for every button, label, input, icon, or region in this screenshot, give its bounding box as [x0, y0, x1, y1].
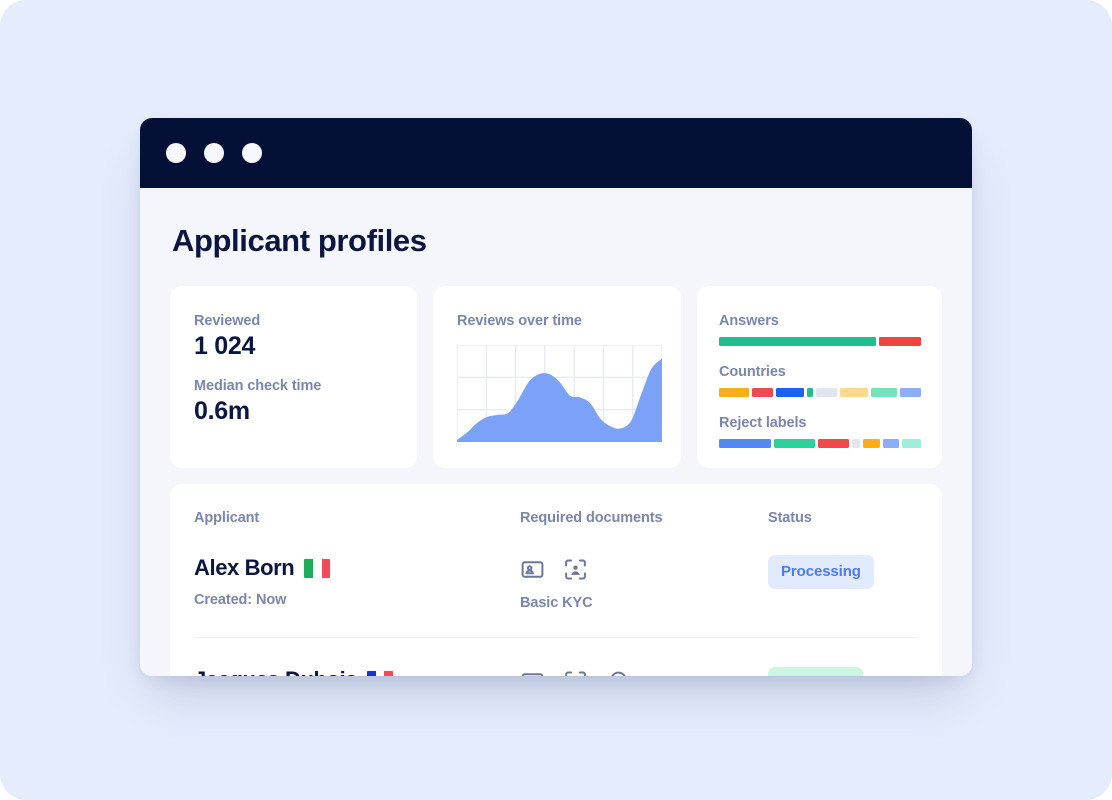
summary-cards-row: Reviewed 1 024 Median check time 0.6m Re… — [170, 286, 942, 468]
bar-segment-approved — [719, 337, 877, 346]
breakdown-countries-title: Countries — [719, 364, 786, 380]
page-canvas: Applicant profiles Reviewed 1 024 Median… — [0, 0, 1112, 800]
applicants-table: Applicant Required documents Status Alex… — [170, 484, 942, 676]
document-icon-group — [520, 555, 768, 582]
browser-window: Applicant profiles Reviewed 1 024 Median… — [140, 118, 972, 676]
stat-median-check-time-value: 0.6m — [194, 397, 250, 425]
stats-card: Reviewed 1 024 Median check time 0.6m — [170, 286, 417, 468]
applicant-name-wrap: Jacques Dubois — [194, 667, 520, 676]
breakdown-group-answers: Answers — [719, 313, 921, 346]
table-header-row: Applicant Required documents Status — [194, 484, 918, 526]
applicant-created: Created: Now — [194, 592, 287, 608]
required-documents-cell — [520, 667, 768, 676]
flag-italy — [304, 558, 331, 578]
table-row[interactable]: Alex Born Created: Now Basic KYC Process… — [194, 526, 918, 638]
status-cell: Approved — [768, 667, 918, 676]
document-icon-group — [520, 667, 768, 676]
bar-segment-label-3 — [817, 439, 849, 448]
bar-segment-country-3 — [775, 388, 804, 397]
area-chart-svg — [457, 345, 662, 442]
applicant-cell: Alex Born Created: Now — [194, 555, 520, 608]
bar-segment-label-1 — [719, 439, 772, 448]
chart-area-path — [457, 358, 662, 442]
id-card-icon[interactable] — [520, 557, 545, 582]
breakdown-countries-bar — [719, 388, 921, 397]
close-dot[interactable] — [166, 143, 186, 163]
browser-titlebar — [140, 118, 972, 188]
breakdown-card: Answers Countries Reject labels — [697, 286, 942, 468]
column-header-applicant: Applicant — [194, 510, 260, 526]
minimize-dot[interactable] — [204, 143, 224, 163]
status-badge: Approved — [768, 667, 864, 676]
face-scan-icon[interactable] — [563, 557, 588, 582]
stat-median-check-time: Median check time 0.6m — [194, 378, 393, 426]
document-set-label: Basic KYC — [520, 595, 593, 611]
column-header-required-documents: Required documents — [520, 510, 663, 526]
breakdown-answers-bar — [719, 337, 921, 346]
reviews-over-time-chart — [457, 345, 662, 442]
flag-france — [367, 670, 394, 676]
column-header-status: Status — [768, 510, 812, 526]
table-row[interactable]: Jacques Dubois — [194, 638, 918, 676]
breakdown-group-reject-labels: Reject labels — [719, 415, 922, 448]
bar-segment-country-5 — [816, 388, 837, 397]
face-scan-icon[interactable] — [563, 669, 588, 676]
page-title: Applicant profiles — [172, 223, 427, 258]
breakdown-answers-title: Answers — [719, 313, 779, 329]
bar-segment-label-6 — [883, 439, 899, 448]
maximize-dot[interactable] — [242, 143, 262, 163]
required-documents-cell: Basic KYC — [520, 555, 768, 611]
bar-segment-label-2 — [774, 439, 815, 448]
id-card-icon[interactable] — [520, 669, 545, 676]
applicant-name-wrap: Alex Born — [194, 555, 520, 581]
app-body: Applicant profiles Reviewed 1 024 Median… — [140, 188, 972, 676]
bar-segment-country-8 — [900, 388, 921, 397]
bar-segment-country-4 — [806, 388, 814, 397]
bar-segment-label-4 — [851, 439, 860, 448]
status-badge: Processing — [768, 555, 874, 589]
chart-title: Reviews over time — [457, 313, 582, 329]
breakdown-reject-labels-title: Reject labels — [719, 415, 807, 431]
bar-segment-country-6 — [839, 388, 868, 397]
bar-segment-label-7 — [901, 439, 922, 448]
stat-reviewed-label: Reviewed — [194, 313, 261, 329]
location-pin-icon[interactable] — [606, 669, 631, 676]
applicant-name: Jacques Dubois — [194, 667, 358, 676]
breakdown-group-countries: Countries — [719, 364, 921, 397]
bar-segment-declined — [879, 337, 921, 346]
stat-median-check-time-label: Median check time — [194, 378, 322, 394]
applicant-cell: Jacques Dubois — [194, 667, 520, 676]
stat-reviewed: Reviewed 1 024 — [194, 313, 393, 361]
bar-segment-country-1 — [719, 388, 749, 397]
bar-segment-country-2 — [751, 388, 773, 397]
bar-segment-country-7 — [870, 388, 898, 397]
breakdown-reject-labels-bar — [719, 439, 922, 448]
reviews-over-time-card: Reviews over time — [433, 286, 681, 468]
applicant-name: Alex Born — [194, 555, 295, 580]
status-cell: Processing — [768, 555, 918, 589]
stat-reviewed-value: 1 024 — [194, 332, 256, 360]
bar-segment-label-5 — [862, 439, 881, 448]
